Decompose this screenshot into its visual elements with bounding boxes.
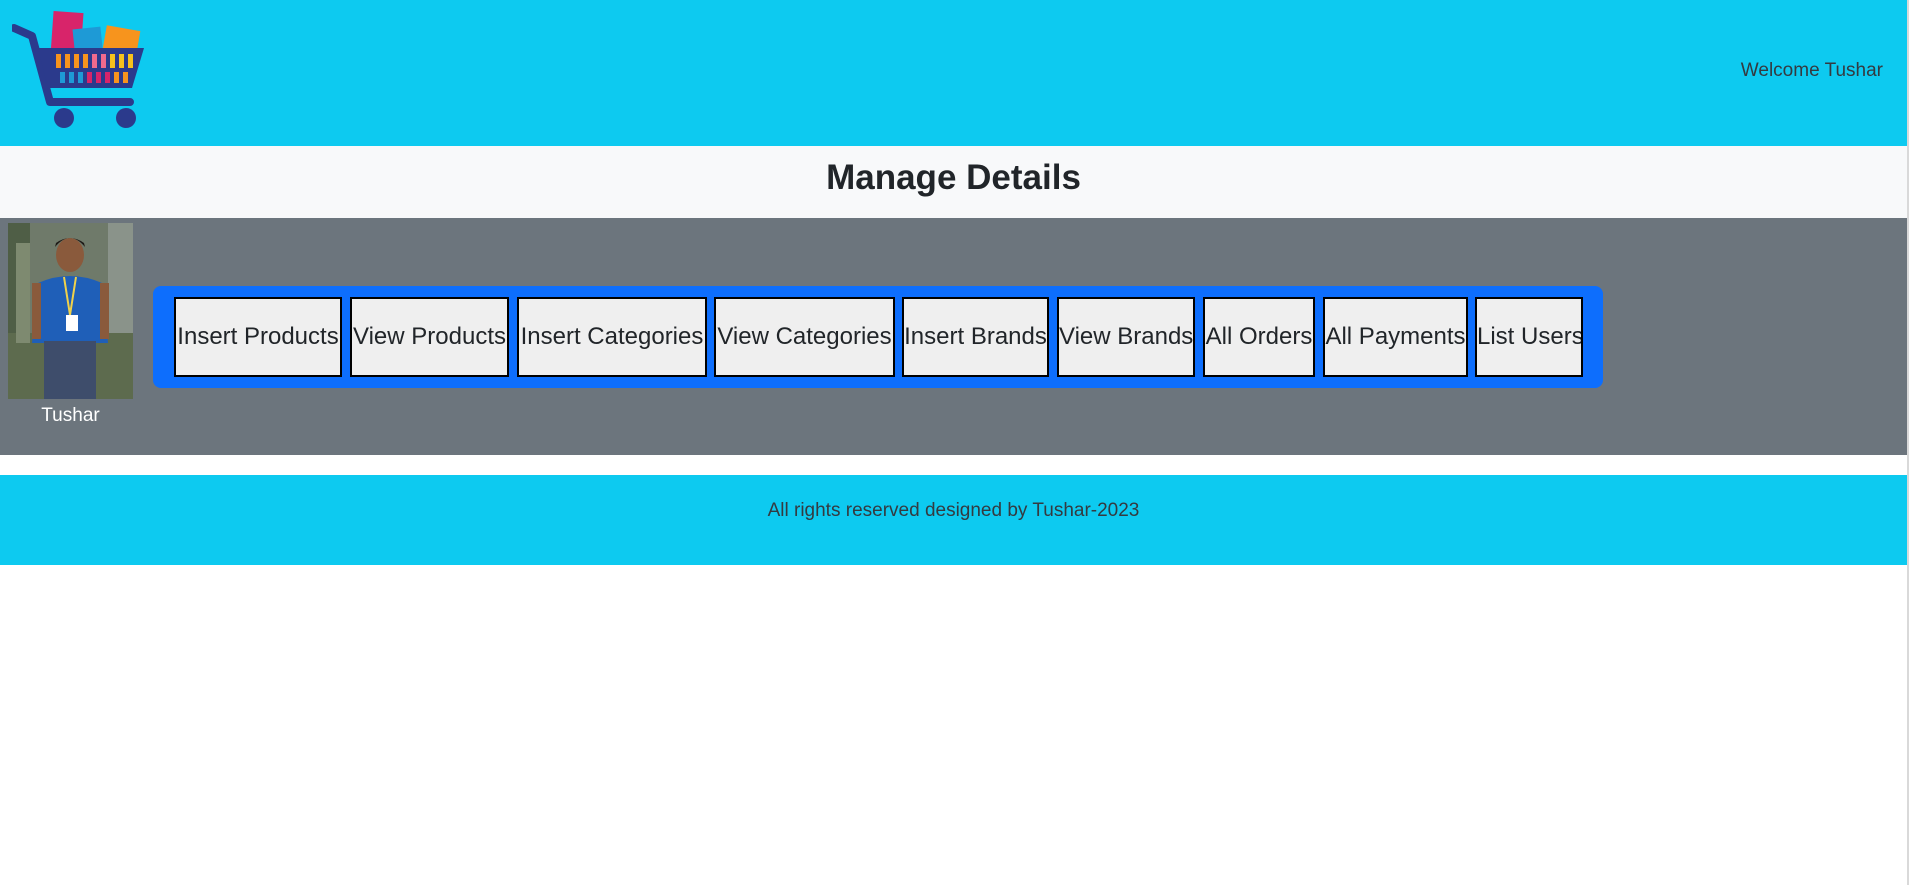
all-orders-button[interactable]: All Orders xyxy=(1203,297,1315,377)
view-brands-button[interactable]: View Brands xyxy=(1057,297,1195,377)
view-categories-button[interactable]: View Categories xyxy=(714,297,895,377)
admin-panel: Tushar Insert Products View Products Ins… xyxy=(0,218,1907,455)
all-payments-button[interactable]: All Payments xyxy=(1323,297,1468,377)
insert-brands-button[interactable]: Insert Brands xyxy=(902,297,1049,377)
admin-profile: Tushar xyxy=(8,223,133,427)
shopping-cart-logo-icon[interactable] xyxy=(12,10,148,130)
welcome-text: Welcome Tushar xyxy=(1740,60,1883,81)
insert-products-button[interactable]: Insert Products xyxy=(174,297,342,377)
profile-photo xyxy=(8,223,133,399)
title-bar: Manage Details xyxy=(0,146,1907,218)
view-products-button[interactable]: View Products xyxy=(350,297,509,377)
site-header: Welcome Tushar xyxy=(0,0,1907,146)
footer-text: All rights reserved designed by Tushar-2… xyxy=(767,500,1140,521)
insert-categories-button[interactable]: Insert Categories xyxy=(517,297,707,377)
list-users-button[interactable]: List Users xyxy=(1475,297,1583,377)
site-footer: All rights reserved designed by Tushar-2… xyxy=(0,475,1907,565)
profile-name: Tushar xyxy=(41,405,100,426)
admin-nav: Insert Products View Products Insert Cat… xyxy=(153,286,1603,388)
page-title: Manage Details xyxy=(826,158,1081,197)
